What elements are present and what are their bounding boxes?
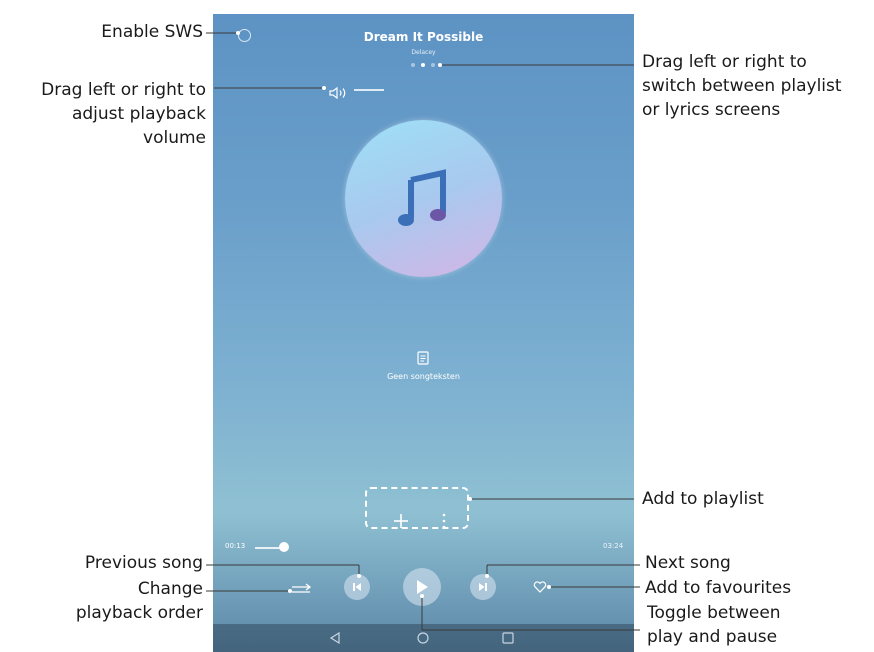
annotation-next-song: Next song (645, 553, 731, 573)
annotation-change-order: Change playback order (76, 577, 203, 625)
annotation-volume-line: volume (143, 128, 206, 148)
annotation-volume-line: adjust playback (71, 104, 206, 124)
annotation-volume-line: Drag left or right to (41, 80, 206, 100)
annotation-toggle-play: Toggle between play and pause (647, 601, 781, 649)
annotation-toggle-line: play and pause (647, 627, 778, 647)
annotation-volume: Drag left or right to adjust playback vo… (41, 78, 206, 150)
annotation-add-to-favourites: Add to favourites (645, 578, 792, 598)
annotation-toggle-line: Toggle between (647, 603, 781, 623)
annotation-add-to-playlist: Add to playlist (642, 489, 764, 509)
annotation-enable-sws: Enable SWS (101, 22, 203, 42)
annotation-switch-line: switch between playlist (642, 76, 842, 96)
annotation-previous-song: Previous song (84, 553, 203, 573)
annotation-switch-line: or lyrics screens (642, 100, 781, 120)
annotation-switch-screens: Drag left or right to switch between pla… (642, 50, 842, 122)
annotation-change-order-line: Change (137, 579, 203, 599)
annotation-switch-line: Drag left or right to (642, 52, 807, 72)
annotation-change-order-line: playback order (75, 603, 203, 623)
